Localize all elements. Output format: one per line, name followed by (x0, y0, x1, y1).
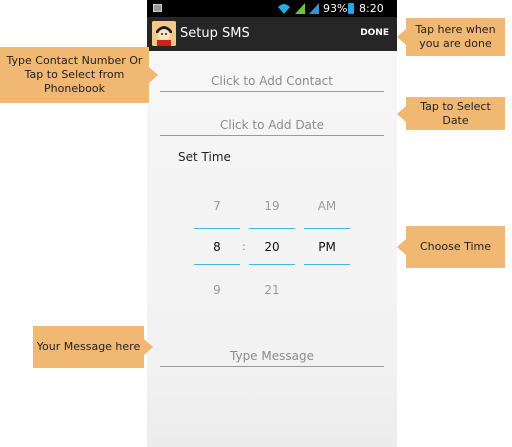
set-time-label: Set Time (178, 150, 231, 164)
minute-selected[interactable]: 20 (249, 240, 295, 254)
signal-icon (295, 3, 305, 14)
minute-prev[interactable]: 19 (249, 199, 295, 213)
status-bar: 93% 8:20 PM (147, 0, 397, 28)
callout-date: Tap to Select Date (397, 97, 505, 130)
minute-divider-bottom (249, 264, 295, 265)
page-title: Setup SMS (180, 26, 250, 41)
ampm-selected[interactable]: PM (304, 240, 350, 254)
ampm-divider-top (304, 228, 350, 229)
done-button[interactable]: DONE (360, 28, 389, 38)
wifi-icon (278, 4, 290, 14)
callout-message: Your Message here (33, 326, 153, 368)
minute-next[interactable]: 21 (249, 283, 295, 297)
app-logo-icon (152, 21, 176, 46)
message-input[interactable]: Type Message (160, 346, 384, 367)
date-input[interactable]: Click to Add Date (160, 115, 384, 136)
callout-done: Tap here when you are done (397, 18, 505, 56)
hour-divider-top (194, 228, 240, 229)
battery-icon (348, 3, 354, 14)
battery-percentage: 93% (323, 2, 348, 15)
phone-screen: 93% 8:20 PM Setup SMS DONE Click to Add … (147, 0, 397, 447)
notification-icon (153, 4, 162, 12)
hour-selected[interactable]: 8 (194, 240, 240, 254)
callout-contact: Type Contact Number Or Tap to Select fro… (0, 47, 158, 103)
ampm-prev[interactable]: AM (304, 199, 350, 213)
hour-next[interactable]: 9 (194, 283, 240, 297)
action-bar: Setup SMS DONE (147, 17, 397, 51)
hour-prev[interactable]: 7 (194, 199, 240, 213)
time-separator: : (242, 240, 246, 253)
signal-icon-secondary (309, 3, 319, 14)
contact-input[interactable]: Click to Add Contact (160, 71, 384, 92)
callout-time: Choose Time (397, 226, 505, 268)
ampm-divider-bottom (304, 264, 350, 265)
hour-divider-bottom (194, 264, 240, 265)
minute-divider-top (249, 228, 295, 229)
